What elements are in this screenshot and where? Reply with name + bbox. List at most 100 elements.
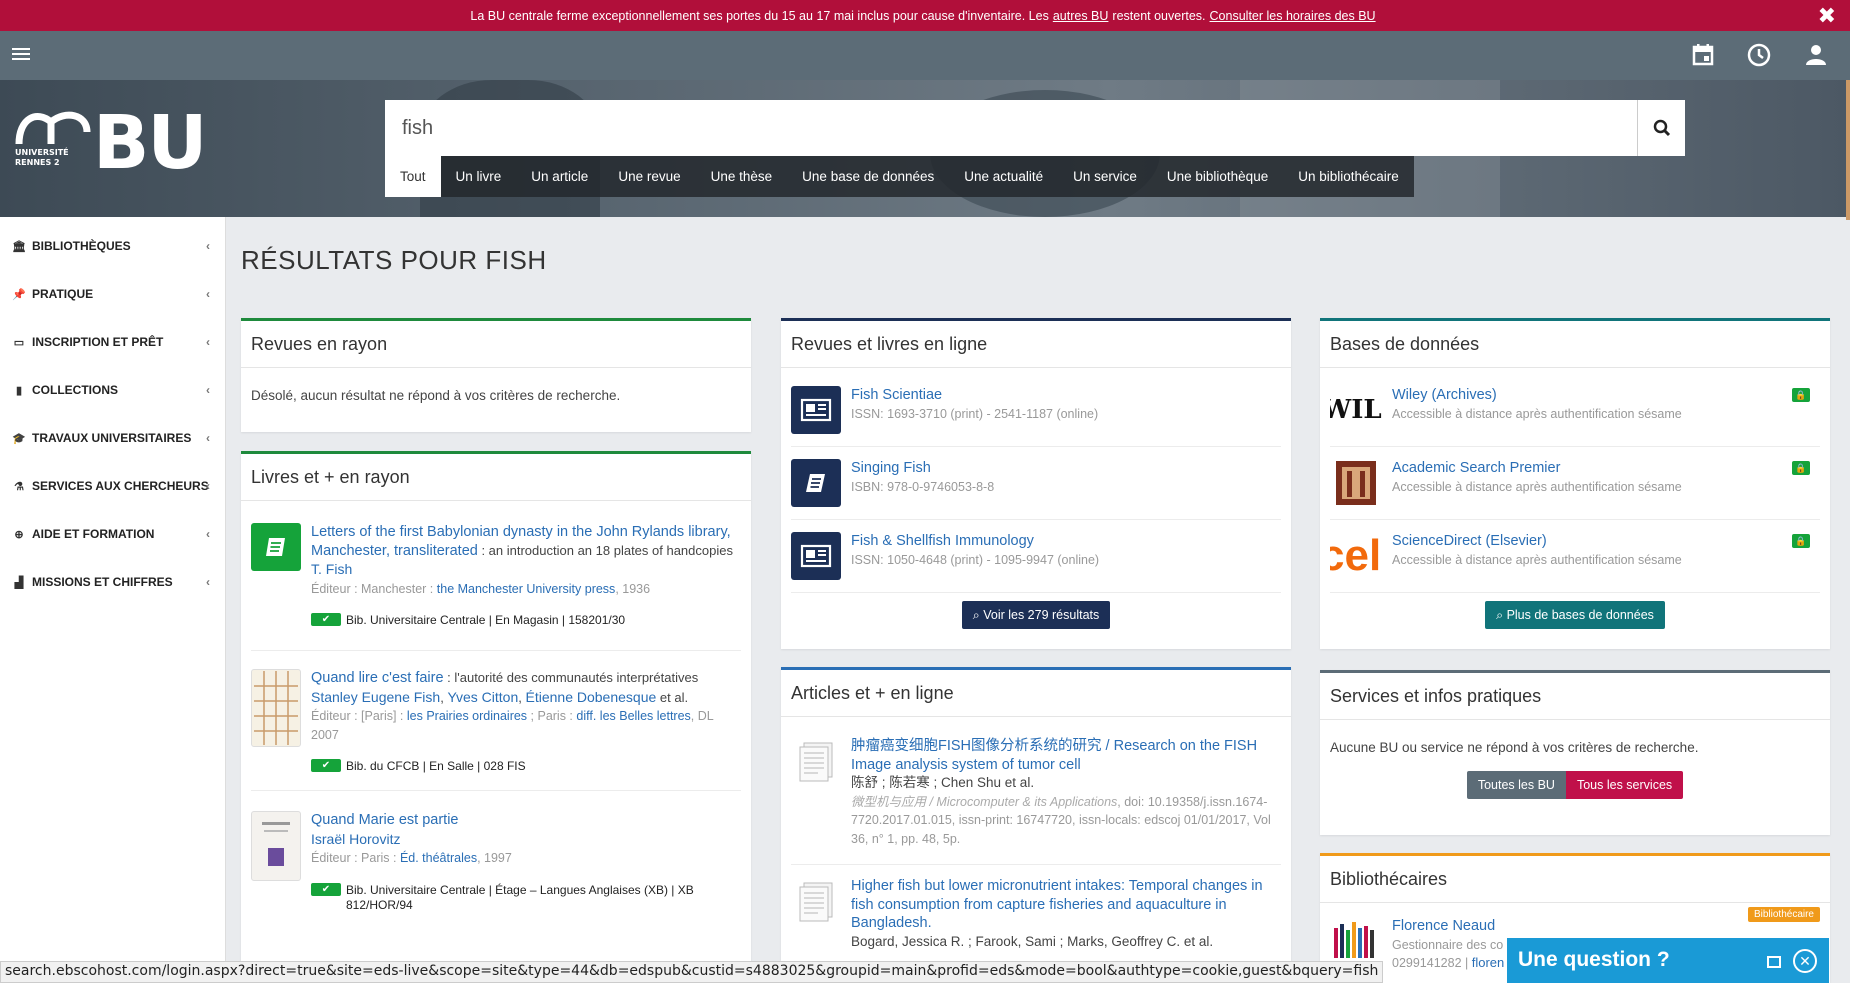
book-publisher-link[interactable]: les Prairies ordinaires [407,709,527,723]
sidebar-item-collections[interactable]: ▮ COLLECTIONS ‹ [0,366,226,414]
book-icon [251,523,301,571]
panel-title: Services et infos pratiques [1320,673,1830,720]
book-author-link[interactable]: Stanley Eugene Fish [311,689,440,705]
book-author-link[interactable]: Israël Horovitz [311,831,400,847]
journal-record: Fish Scientiae ISSN: 1693-3710 (print) - … [791,374,1281,447]
article-authors: 陈舒 ; 陈若寒 ; Chen Shu et al. [851,775,1035,790]
journal-isbn: ISBN: 978-0-9746053-8-8 [851,479,995,494]
tab-base-de-donnees[interactable]: Une base de données [787,156,949,197]
panel-title: Bases de données [1320,321,1830,368]
alert-link-autres-bu[interactable]: autres BU [1053,9,1109,23]
graduation-icon: 🎓 [12,432,26,445]
browser-status-url: search.ebscohost.com/login.aspx?direct=t… [0,961,1384,983]
sidebar-item-inscription[interactable]: ▭ INSCRIPTION ET PRÊT ‹ [0,318,226,366]
tab-tout[interactable]: Tout [385,156,441,197]
book-author-link[interactable]: T. Fish [311,561,352,577]
book-publisher-link[interactable]: Éd. théâtrales [400,851,477,865]
chat-widget[interactable]: Une question ? ✕ [1507,938,1829,983]
book-publisher-label: Éditeur : Manchester : [311,581,437,596]
holding-status: ✔ Bib. du CFCB | En Salle | 028 FIS [311,759,741,774]
close-alert-icon[interactable]: ✖ [1818,3,1836,29]
sidebar-item-chercheurs[interactable]: ⚗ SERVICES AUX CHERCHEURS ‹ [0,462,226,510]
database-record: cel ScienceDirect (Elsevier) Accessible à… [1330,520,1820,593]
database-title-link[interactable]: Academic Search Premier [1392,460,1560,476]
bu-rennes2-logo[interactable]: UNIVERSITÉ RENNES 2 BU [15,100,207,186]
alert-link-horaires[interactable]: Consulter les horaires des BU [1210,9,1376,23]
sidebar-item-label: TRAVAUX UNIVERSITAIRES [32,431,192,445]
book-author-link[interactable]: Yves Citton [447,689,518,705]
bu-wordmark: BU [93,100,207,186]
database-access: Accessible à distance après authentifica… [1392,406,1682,421]
journal-title-link[interactable]: Fish & Shellfish Immunology [851,533,1034,549]
search-input[interactable] [385,100,1635,156]
empty-message: Aucune BU ou service ne répond à vos cri… [1330,740,1699,755]
menu-icon[interactable] [12,48,30,63]
sidebar-item-aide[interactable]: ⊕ AIDE ET FORMATION ‹ [0,510,226,558]
clock-icon[interactable] [1743,39,1775,71]
article-title-link[interactable]: Higher fish but lower micronutrient inta… [851,878,1263,931]
journal-title-link[interactable]: Singing Fish [851,460,931,476]
lock-icon: 🔒 [1792,461,1810,475]
book-record: Quand lire c'est faire : l'autorité des … [251,651,741,791]
tab-actualite[interactable]: Une actualité [949,156,1058,197]
tab-bibliotheque[interactable]: Une bibliothèque [1152,156,1283,197]
sidebar-item-travaux[interactable]: 🎓 TRAVAUX UNIVERSITAIRES ‹ [0,414,226,462]
minimize-icon[interactable] [1767,956,1781,968]
alert-text-2: restent ouvertes. [1112,8,1206,23]
lock-icon: 🔒 [1792,534,1810,548]
check-icon: ✔ [311,613,341,626]
user-icon[interactable] [1800,39,1832,71]
tab-service[interactable]: Un service [1058,156,1152,197]
bank-icon: 🏛 [12,240,26,253]
panel-title: Revues et livres en ligne [781,321,1291,368]
search-button[interactable] [1637,100,1685,156]
tab-livre[interactable]: Un livre [441,156,517,197]
article-title-link[interactable]: 肿瘤癌变细胞FISH图像分析系统的研究 / Research on the FI… [851,738,1257,773]
book-cover-image [251,669,301,747]
calendar-icon[interactable] [1687,39,1719,71]
database-record: WILE Wiley (Archives) Accessible à distan… [1330,374,1820,447]
database-title-link[interactable]: Wiley (Archives) [1392,387,1497,403]
book-publisher-link[interactable]: the Manchester University press [437,582,616,596]
database-title-link[interactable]: ScienceDirect (Elsevier) [1392,533,1547,549]
page-scrollbar[interactable] [1846,80,1850,220]
librarian-name-link[interactable]: Florence Neaud [1392,918,1495,934]
journal-title-link[interactable]: Fish Scientiae [851,387,942,403]
flask-icon: ⚗ [14,480,24,493]
book-author-link[interactable]: Étienne Dobenesque [526,689,657,705]
plus-bases-button[interactable]: ⌕ Plus de bases de données [1485,601,1665,629]
librarian-phone: 0299141282 | [1392,956,1472,970]
card-icon: ▭ [13,336,25,349]
tab-revue[interactable]: Une revue [603,156,695,197]
book-record: Letters of the first Babylonian dynasty … [251,509,741,651]
sidebar-item-bibliotheques[interactable]: 🏛 BIBLIOTHÈQUES ‹ [0,222,226,270]
check-icon: ✔ [311,882,341,896]
tous-les-services-button[interactable]: Tous les services [1565,771,1684,799]
chevron-left-icon: ‹ [206,479,210,493]
article-record: Higher fish but lower micronutrient inta… [791,865,1281,961]
sidebar-menu: 🏛 BIBLIOTHÈQUES ‹ 📌 PRATIQUE ‹ ▭ INSCRIPTION … [0,222,226,606]
book-year: , 1997 [477,851,512,865]
tab-bibliothecaire[interactable]: Un bibliothécaire [1283,156,1414,197]
close-icon[interactable]: ✕ [1793,949,1817,973]
book-subtitle: : l'autorité des communautés interprétat… [443,670,699,685]
book-publisher-link[interactable]: diff. les Belles lettres [576,709,690,723]
librarian-role: Gestionnaire des co [1392,937,1504,952]
sidebar-item-label: COLLECTIONS [32,383,118,397]
tab-these[interactable]: Une thèse [696,156,788,197]
sidebar-item-pratique[interactable]: 📌 PRATIQUE ‹ [0,270,226,318]
librarian-email-link[interactable]: floren [1472,955,1505,970]
chevron-left-icon: ‹ [206,335,210,349]
sidebar-item-missions[interactable]: ▟ MISSIONS ET CHIFFRES ‹ [0,558,226,606]
toutes-les-bu-button[interactable]: Toutes les BU [1466,771,1566,799]
journal-issn: ISSN: 1050-4648 (print) - 1095-9947 (onl… [851,552,1100,567]
search-icon: ⌕ [1496,608,1507,622]
book-title-link[interactable]: Quand lire c'est faire [311,670,444,686]
panel-revues-livres-en-ligne: Revues et livres en ligne Fish Scientiae… [781,318,1291,649]
plus-bases-label: Plus de bases de données [1506,608,1654,622]
voir-resultats-button[interactable]: ⌕ Voir les 279 résultats [961,601,1111,629]
page-title: RÉSULTATS POUR FISH [241,245,547,275]
book-title-link[interactable]: Quand Marie est partie [311,812,459,828]
tab-article[interactable]: Un article [516,156,603,197]
journal-record: Fish & Shellfish Immunology ISSN: 1050-46… [791,520,1281,593]
